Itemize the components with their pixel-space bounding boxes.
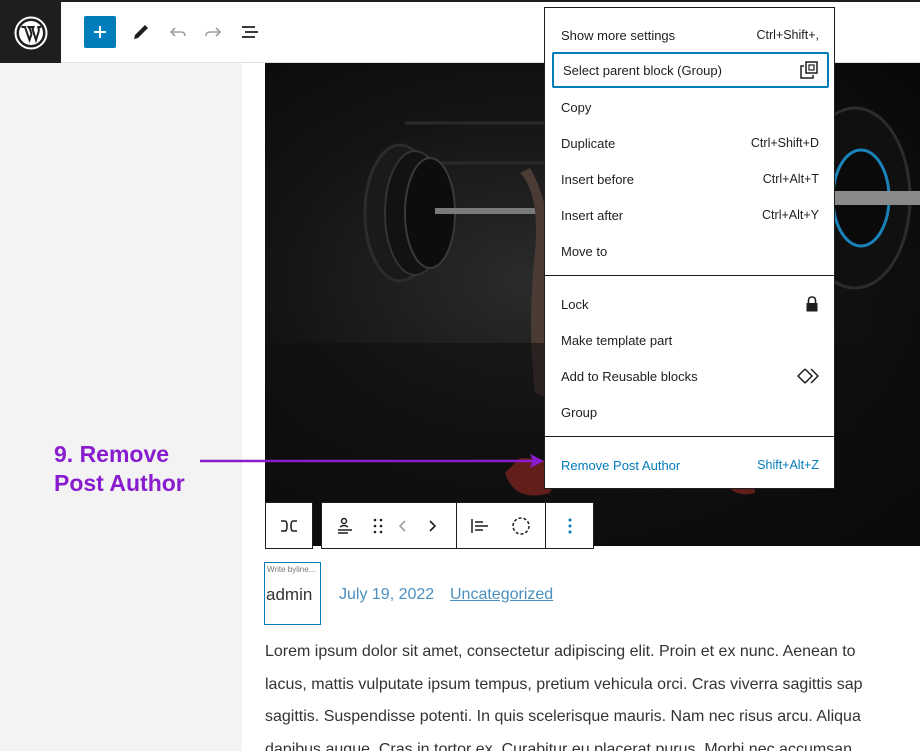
- author-icon: [338, 517, 352, 534]
- menu-divider: [545, 275, 834, 276]
- menu-item-label: Show more settings: [561, 27, 676, 43]
- shortcut: Shift+Alt+Z: [757, 458, 819, 472]
- plus-icon: [94, 26, 106, 38]
- menu-item-lock[interactable]: Lock: [561, 286, 819, 322]
- author-name: admin: [266, 585, 313, 604]
- options-button[interactable]: [546, 503, 593, 548]
- avatar-settings-button[interactable]: [503, 503, 539, 548]
- block-toolbar: [321, 502, 594, 549]
- menu-item-label: Select parent block (Group): [563, 62, 722, 78]
- transform-block-button[interactable]: [266, 503, 312, 548]
- shortcut: Ctrl+Alt+Y: [762, 208, 819, 222]
- paragraph-line: sagittis. Suspendisse potenti. In quis s…: [265, 708, 861, 725]
- menu-item-show-more-settings[interactable]: Show more settings Ctrl+Shift+,: [561, 17, 819, 53]
- redo-button[interactable]: [197, 16, 229, 48]
- list-view-button[interactable]: [234, 16, 266, 48]
- menu-item-label: Move to: [561, 243, 608, 259]
- menu-item-select-parent-block[interactable]: Select parent block (Group): [552, 52, 829, 88]
- pencil-icon: [134, 25, 148, 39]
- byline-input[interactable]: Write byline...: [267, 565, 315, 574]
- post-date: July 19, 2022: [339, 586, 435, 603]
- menu-item-label: Add to Reusable blocks: [561, 368, 698, 384]
- menu-item-move-to[interactable]: Move to: [561, 233, 819, 269]
- post-author-block[interactable]: Write byline... admin: [264, 562, 321, 625]
- align-left-icon: [471, 518, 488, 533]
- annotation-line: 9. Remove: [54, 441, 170, 467]
- editor-canvas-background: [0, 63, 242, 751]
- block-options-menu: Show more settings Ctrl+Shift+, Select p…: [544, 7, 835, 489]
- annotation-line: Post Author: [54, 470, 185, 496]
- menu-item-insert-before[interactable]: Insert before Ctrl+Alt+T: [561, 161, 819, 197]
- post-category-link[interactable]: Uncategorized: [450, 586, 553, 604]
- move-right-button[interactable]: [418, 503, 446, 548]
- reusable-block-icon: [797, 368, 819, 384]
- paragraph-line: lacus, mattis vulputate ipsum tempus, pr…: [265, 675, 863, 693]
- shortcut: Ctrl+Alt+T: [762, 172, 819, 186]
- select-parent-icon: [800, 61, 818, 79]
- menu-divider: [545, 436, 834, 437]
- step-annotation: 9. Remove Post Author: [54, 440, 185, 498]
- paragraph-line: Lorem ipsum dolor sit amet, consectetur …: [265, 643, 856, 660]
- paragraph-line: dapibus augue. Cras in tortor ex. Curabi…: [265, 740, 852, 751]
- add-block-button[interactable]: [84, 16, 116, 48]
- undo-icon: [169, 27, 186, 37]
- menu-item-insert-after[interactable]: Insert after Ctrl+Alt+Y: [561, 197, 819, 233]
- author-block-button[interactable]: [322, 503, 368, 548]
- menu-item-label: Lock: [561, 296, 589, 312]
- circle-dashed-icon: [512, 516, 530, 535]
- lock-icon: [806, 296, 818, 312]
- menu-item-label: Group: [561, 404, 598, 420]
- more-vertical-icon: [568, 518, 571, 533]
- menu-item-add-to-reusable-blocks[interactable]: Add to Reusable blocks: [561, 358, 819, 394]
- menu-item-label: Duplicate: [561, 135, 616, 151]
- menu-item-make-template-part[interactable]: Make template part: [561, 322, 819, 358]
- list-view-icon: [242, 26, 258, 38]
- menu-item-copy[interactable]: Copy: [561, 89, 819, 125]
- align-button[interactable]: [457, 503, 503, 548]
- chevron-right-icon: [429, 519, 437, 532]
- menu-item-label: Make template part: [561, 332, 673, 348]
- move-left-button[interactable]: [388, 503, 418, 548]
- chevron-left-icon: [398, 519, 406, 532]
- menu-item-duplicate[interactable]: Duplicate Ctrl+Shift+D: [561, 125, 819, 161]
- menu-item-group[interactable]: Group: [561, 394, 819, 430]
- menu-item-remove-post-author[interactable]: Remove Post Author Shift+Alt+Z: [561, 447, 819, 483]
- tools-button[interactable]: [125, 16, 157, 48]
- shortcut: Ctrl+Shift+,: [756, 28, 819, 42]
- redo-icon: [205, 27, 222, 37]
- post-paragraph[interactable]: Lorem ipsum dolor sit amet, consectetur …: [265, 636, 920, 751]
- transform-icon: [281, 519, 297, 532]
- wordpress-logo-icon[interactable]: [0, 2, 61, 63]
- block-transform-group: [265, 502, 313, 549]
- drag-handle-icon: [373, 518, 383, 533]
- menu-item-label: Remove Post Author: [561, 457, 681, 473]
- menu-item-label: Insert before: [561, 171, 634, 187]
- shortcut: Ctrl+Shift+D: [750, 136, 819, 150]
- menu-item-label: Copy: [561, 99, 592, 115]
- undo-button[interactable]: [162, 16, 194, 48]
- menu-item-label: Insert after: [561, 207, 624, 223]
- drag-handle[interactable]: [368, 503, 388, 548]
